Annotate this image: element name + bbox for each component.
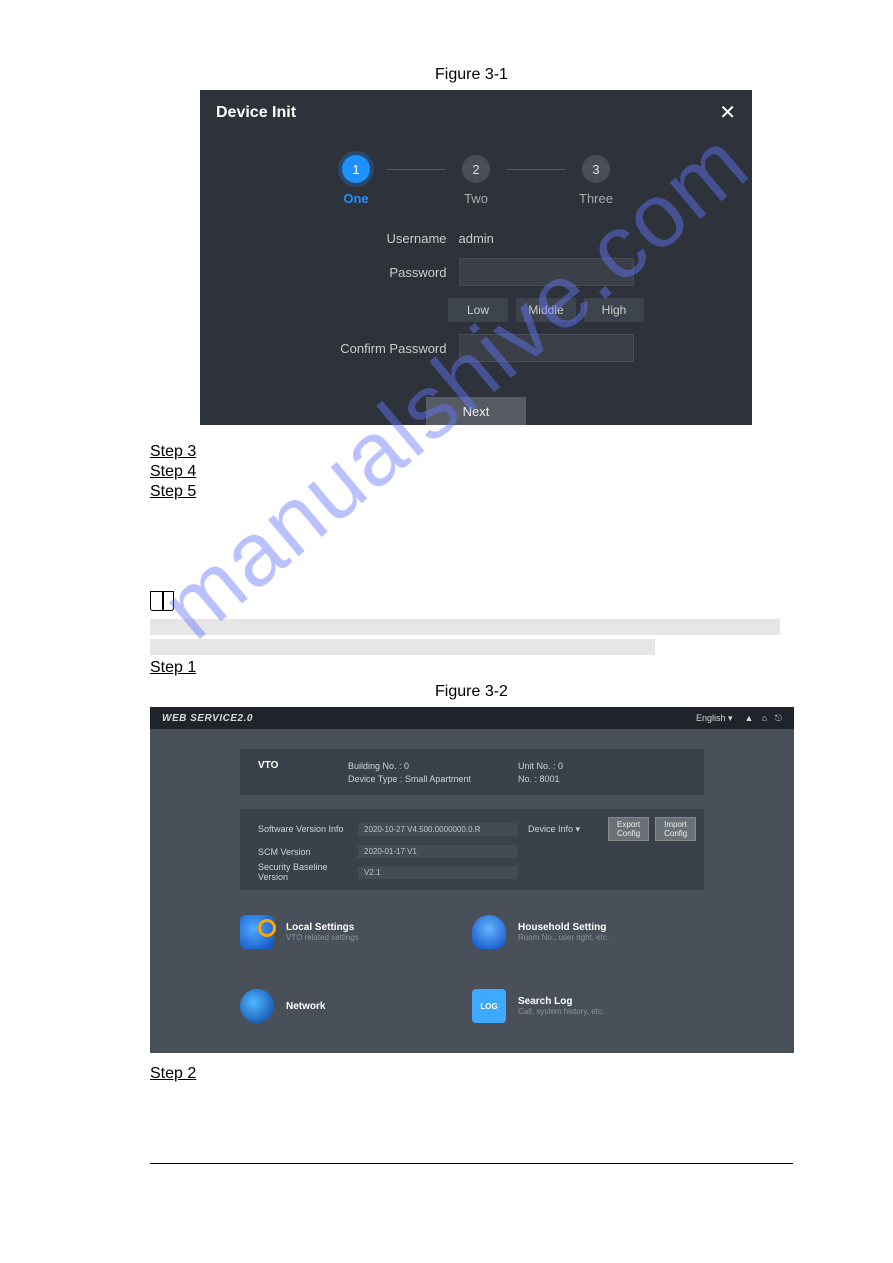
- step-1: 1 One: [326, 155, 386, 206]
- figure-3-2-caption: Figure 3-2: [150, 683, 793, 701]
- web-service-screenshot: WEB SERVICE2.0 English ▾ ▲ ⌂ ⎋ VTO Build…: [150, 707, 794, 1053]
- username-label: Username: [319, 231, 459, 246]
- password-input[interactable]: [459, 258, 634, 286]
- security-baseline-label: Security Baseline Version: [258, 862, 358, 882]
- device-no: No. : 8001: [518, 774, 560, 784]
- search-log-title: Search Log: [518, 996, 604, 1007]
- software-version-label: Software Version Info: [258, 824, 358, 834]
- search-log-sub: Call, system history, etc.: [518, 1007, 604, 1016]
- network-tile[interactable]: Network: [240, 989, 472, 1023]
- household-setting-title: Household Setting: [518, 922, 609, 933]
- scm-version-label: SCM Version: [258, 847, 358, 857]
- vto-title: VTO: [258, 760, 318, 771]
- device-init-dialog: Device Init ✕ 1 One 2 Two 3 Three Userna…: [200, 90, 752, 425]
- home-icon[interactable]: ⌂: [761, 713, 766, 724]
- step-indicator: 1 One 2 Two 3 Three: [200, 155, 752, 206]
- step-3-label: Three: [579, 191, 613, 206]
- redacted-bar: [150, 619, 780, 635]
- globe-icon: [240, 989, 274, 1023]
- search-log-tile[interactable]: LOG Search Log Call, system history, etc…: [472, 989, 704, 1023]
- person-icon: [472, 915, 506, 949]
- device-info-label: Device Info: [528, 824, 573, 834]
- user-icon[interactable]: ▲: [745, 713, 754, 724]
- step-2-link[interactable]: Step 2: [150, 1065, 793, 1083]
- footer-divider: [150, 1163, 793, 1164]
- next-button[interactable]: Next: [426, 397, 526, 425]
- figure-3-1-caption: Figure 3-1: [150, 66, 793, 84]
- language-selector[interactable]: English ▾: [696, 713, 733, 724]
- building-no: Building No. : 0: [348, 761, 488, 771]
- username-value: admin: [459, 231, 634, 246]
- household-setting-sub: Room No., user right, etc.: [518, 933, 609, 942]
- step-3-link[interactable]: Step 3: [150, 443, 793, 461]
- step-3-number: 3: [582, 155, 610, 183]
- strength-middle: Middle: [516, 298, 576, 322]
- step-4-link[interactable]: Step 4: [150, 463, 793, 481]
- step-2: 2 Two: [446, 155, 506, 206]
- dialog-title: Device Init: [216, 104, 296, 122]
- network-title: Network: [286, 1001, 325, 1012]
- close-icon[interactable]: ✕: [719, 100, 736, 125]
- gear-icon: [240, 915, 274, 949]
- export-config-button[interactable]: Export Config: [608, 817, 649, 841]
- household-setting-tile[interactable]: Household Setting Room No., user right, …: [472, 915, 704, 949]
- scm-version-value: 2020-01-17 V1: [358, 845, 518, 858]
- strength-low: Low: [448, 298, 508, 322]
- security-baseline-value: V2.1: [358, 866, 518, 879]
- step-3-indicator: 3 Three: [566, 155, 626, 206]
- step-1-link[interactable]: Step 1: [150, 659, 793, 677]
- password-label: Password: [319, 265, 459, 280]
- unit-no: Unit No. : 0: [518, 761, 563, 771]
- step-2-label: Two: [464, 191, 488, 206]
- software-version-value: 2020-10-27 V4.500.0000000.0.R: [358, 823, 518, 836]
- confirm-password-label: Confirm Password: [319, 341, 459, 356]
- logout-icon[interactable]: ⎋: [775, 713, 782, 724]
- redacted-bar: [150, 639, 655, 655]
- version-info-panel: Software Version Info 2020-10-27 V4.500.…: [240, 809, 704, 890]
- book-icon: [150, 591, 174, 611]
- step-2-number: 2: [462, 155, 490, 183]
- step-5-link[interactable]: Step 5: [150, 483, 793, 501]
- step-1-label: One: [343, 191, 368, 206]
- local-settings-tile[interactable]: Local Settings VTO related settings: [240, 915, 472, 949]
- local-settings-sub: VTO related settings: [286, 933, 359, 942]
- step-connector: [386, 169, 446, 170]
- import-config-button[interactable]: Import Config: [655, 817, 696, 841]
- vto-info-panel: VTO Building No. : 0 Unit No. : 0 Device…: [240, 749, 704, 795]
- step-connector: [506, 169, 566, 170]
- confirm-password-input[interactable]: [459, 334, 634, 362]
- device-type: Device Type : Small Apartment: [348, 774, 488, 784]
- local-settings-title: Local Settings: [286, 922, 359, 933]
- log-icon: LOG: [472, 989, 506, 1023]
- step-1-number: 1: [342, 155, 370, 183]
- web-service-logo: WEB SERVICE2.0: [162, 713, 253, 724]
- strength-high: High: [584, 298, 644, 322]
